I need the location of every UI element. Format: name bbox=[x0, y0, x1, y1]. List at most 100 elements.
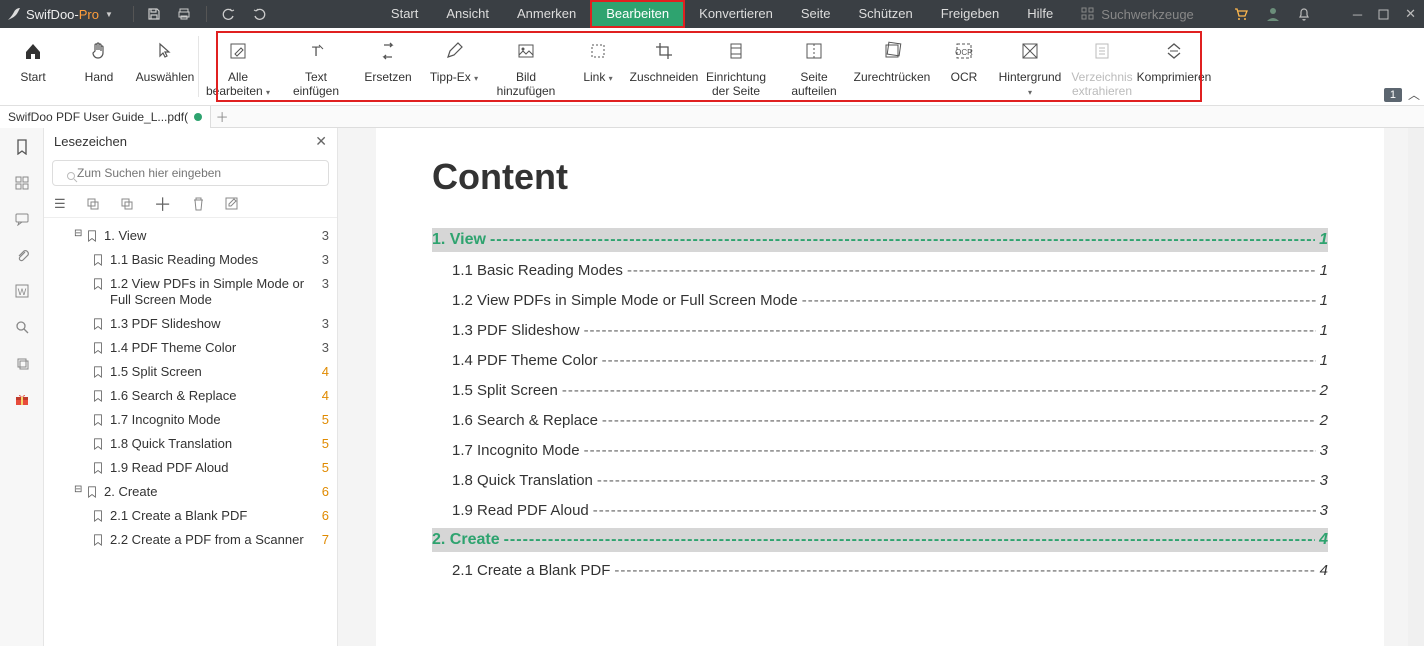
app-logo-icon bbox=[6, 6, 22, 22]
toc-section-head: 2. Create-------------------------------… bbox=[432, 528, 1328, 552]
search-icon bbox=[66, 171, 78, 183]
menu-tab-konvertieren[interactable]: Konvertieren bbox=[685, 0, 787, 28]
collapse-icon[interactable] bbox=[120, 197, 134, 211]
document-view[interactable]: Content 1. View-------------------------… bbox=[338, 128, 1424, 646]
layers-tab-icon[interactable] bbox=[13, 354, 31, 372]
bookmark-item[interactable]: 1.6 Search & Replace4 bbox=[52, 384, 329, 408]
bookmark-item[interactable]: ⊟2. Create6 bbox=[52, 480, 329, 504]
bookmark-item[interactable]: ⊟1. View3 bbox=[52, 224, 329, 248]
grid-icon bbox=[1081, 7, 1095, 21]
ribbon-text[interactable]: TTexteinfügen bbox=[277, 28, 355, 105]
bookmark-item[interactable]: 1.7 Incognito Mode5 bbox=[52, 408, 329, 432]
app-menu-dropdown[interactable]: ▼ bbox=[105, 10, 113, 19]
ribbon-image[interactable]: Bildhinzufügen bbox=[487, 28, 565, 105]
menu-tab-seite[interactable]: Seite bbox=[787, 0, 845, 28]
toc-entry: 1.1 Basic Reading Modes-----------------… bbox=[452, 258, 1328, 282]
ribbon-pointer[interactable]: Auswählen bbox=[132, 28, 198, 105]
thumbnails-tab-icon[interactable] bbox=[13, 174, 31, 192]
bookmark-item[interactable]: 1.3 PDF Slideshow3 bbox=[52, 312, 329, 336]
ribbon-page-setup[interactable]: Einrichtungder Seite bbox=[697, 28, 775, 105]
ribbon-background[interactable]: Hintergrund ▾ bbox=[997, 28, 1063, 105]
bookmark-item[interactable]: 1.5 Split Screen4 bbox=[52, 360, 329, 384]
toc-entry: 1.2 View PDFs in Simple Mode or Full Scr… bbox=[452, 288, 1328, 312]
search-tab-icon[interactable] bbox=[13, 318, 31, 336]
maximize-button[interactable] bbox=[1378, 9, 1389, 20]
tool-search[interactable]: Suchwerkzeuge bbox=[1081, 7, 1194, 22]
bell-icon[interactable] bbox=[1297, 7, 1311, 21]
ribbon-pen[interactable]: Tipp-Ex ▾ bbox=[421, 28, 487, 105]
user-icon[interactable] bbox=[1265, 6, 1281, 22]
cart-icon[interactable] bbox=[1233, 6, 1249, 22]
title-bar: SwifDoo-Pro ▼ StartAnsichtAnmerkenBearbe… bbox=[0, 0, 1424, 28]
document-tab[interactable]: SwifDoo PDF User Guide_L...pdf( bbox=[0, 106, 211, 128]
new-tab-button[interactable]: ＋ bbox=[211, 107, 233, 126]
word-tab-icon[interactable]: W bbox=[13, 282, 31, 300]
ribbon-deskew[interactable]: Zurechtrücken bbox=[853, 28, 931, 105]
gift-icon[interactable] bbox=[13, 390, 31, 408]
menu-tab-anmerken[interactable]: Anmerken bbox=[503, 0, 590, 28]
bookmark-toolbar: ☰ ＋ bbox=[44, 190, 337, 218]
menu-tab-bearbeiten[interactable]: Bearbeiten bbox=[590, 0, 685, 28]
attachments-tab-icon[interactable] bbox=[13, 246, 31, 264]
bookmarks-panel: Lesezeichen ✕ ☰ ＋ ⊟1. View31.1 Basic Rea… bbox=[44, 128, 338, 646]
bookmark-item[interactable]: 1.9 Read PDF Aloud5 bbox=[52, 456, 329, 480]
edit-bookmark-icon[interactable] bbox=[225, 197, 238, 210]
collapse-ribbon-icon[interactable]: ︿ bbox=[1408, 86, 1420, 103]
tree-toggle-icon[interactable]: ⊟ bbox=[74, 484, 84, 495]
undo-icon[interactable] bbox=[221, 6, 237, 22]
delete-bookmark-icon[interactable] bbox=[192, 197, 205, 211]
bookmark-item[interactable]: 1.4 PDF Theme Color3 bbox=[52, 336, 329, 360]
bookmark-item[interactable]: 1.1 Basic Reading Modes3 bbox=[52, 248, 329, 272]
print-icon[interactable] bbox=[176, 6, 192, 22]
close-panel-icon[interactable]: ✕ bbox=[315, 133, 327, 150]
ribbon-crop[interactable]: Zuschneiden bbox=[631, 28, 697, 105]
menu-tab-start[interactable]: Start bbox=[377, 0, 432, 28]
ribbon-home[interactable]: Start bbox=[0, 28, 66, 105]
bookmark-icon bbox=[92, 438, 104, 450]
menu-tab-ansicht[interactable]: Ansicht bbox=[432, 0, 503, 28]
add-bookmark-icon[interactable]: ＋ bbox=[154, 191, 172, 217]
close-button[interactable]: ✕ bbox=[1405, 6, 1416, 22]
ribbon-compress[interactable]: Komprimieren bbox=[1141, 28, 1207, 105]
pdf-page: Content 1. View-------------------------… bbox=[376, 128, 1384, 646]
background-icon bbox=[1020, 38, 1040, 64]
toc-section-head: 1. View---------------------------------… bbox=[432, 228, 1328, 252]
vertical-scrollbar[interactable] bbox=[1408, 128, 1424, 646]
ribbon-replace[interactable]: Ersetzen bbox=[355, 28, 421, 105]
ribbon-edit-all[interactable]: Allebearbeiten ▾ bbox=[199, 28, 277, 105]
ribbon-hand[interactable]: Hand bbox=[66, 28, 132, 105]
bookmark-item[interactable]: 2.1 Create a Blank PDF6 bbox=[52, 504, 329, 528]
menu-tab-schützen[interactable]: Schützen bbox=[845, 0, 927, 28]
edit-all-icon bbox=[228, 38, 248, 64]
ribbon-ocr[interactable]: OCROCR bbox=[931, 28, 997, 105]
bookmark-tree: ⊟1. View31.1 Basic Reading Modes31.2 Vie… bbox=[44, 218, 337, 646]
bookmark-icon bbox=[92, 318, 104, 330]
bookmark-tab-icon[interactable] bbox=[13, 138, 31, 156]
minimize-button[interactable]: ─ bbox=[1353, 7, 1362, 22]
ocr-icon: OCR bbox=[954, 38, 974, 64]
save-icon[interactable] bbox=[146, 6, 162, 22]
redo-icon[interactable] bbox=[251, 6, 267, 22]
menu-tab-hilfe[interactable]: Hilfe bbox=[1013, 0, 1067, 28]
compress-icon bbox=[1164, 38, 1184, 64]
ribbon-link[interactable]: Link ▾ bbox=[565, 28, 631, 105]
bookmark-item[interactable]: 1.8 Quick Translation5 bbox=[52, 432, 329, 456]
document-tab-label: SwifDoo PDF User Guide_L...pdf( bbox=[8, 110, 188, 124]
menu-tab-freigeben[interactable]: Freigeben bbox=[927, 0, 1014, 28]
bookmark-icon bbox=[92, 390, 104, 402]
toc-entry: 1.8 Quick Translation-------------------… bbox=[452, 468, 1328, 492]
expand-icon[interactable] bbox=[86, 197, 100, 211]
tree-toggle-icon[interactable]: ⊟ bbox=[74, 228, 84, 239]
bookmark-icon bbox=[86, 486, 98, 498]
split-icon bbox=[804, 38, 824, 64]
left-rail: W bbox=[0, 128, 44, 646]
ribbon-split[interactable]: Seiteaufteilen bbox=[775, 28, 853, 105]
bookmark-item[interactable]: 2.2 Create a PDF from a Scanner7 bbox=[52, 528, 329, 552]
bookmark-icon bbox=[92, 366, 104, 378]
list-icon[interactable]: ☰ bbox=[54, 196, 66, 212]
comments-tab-icon[interactable] bbox=[13, 210, 31, 228]
bookmark-search-input[interactable] bbox=[52, 160, 329, 186]
bookmark-icon bbox=[92, 462, 104, 474]
bookmark-item[interactable]: 1.2 View PDFs in Simple Mode or Full Scr… bbox=[52, 272, 329, 312]
ribbon-toc: Verzeichnisextrahieren bbox=[1063, 28, 1141, 105]
